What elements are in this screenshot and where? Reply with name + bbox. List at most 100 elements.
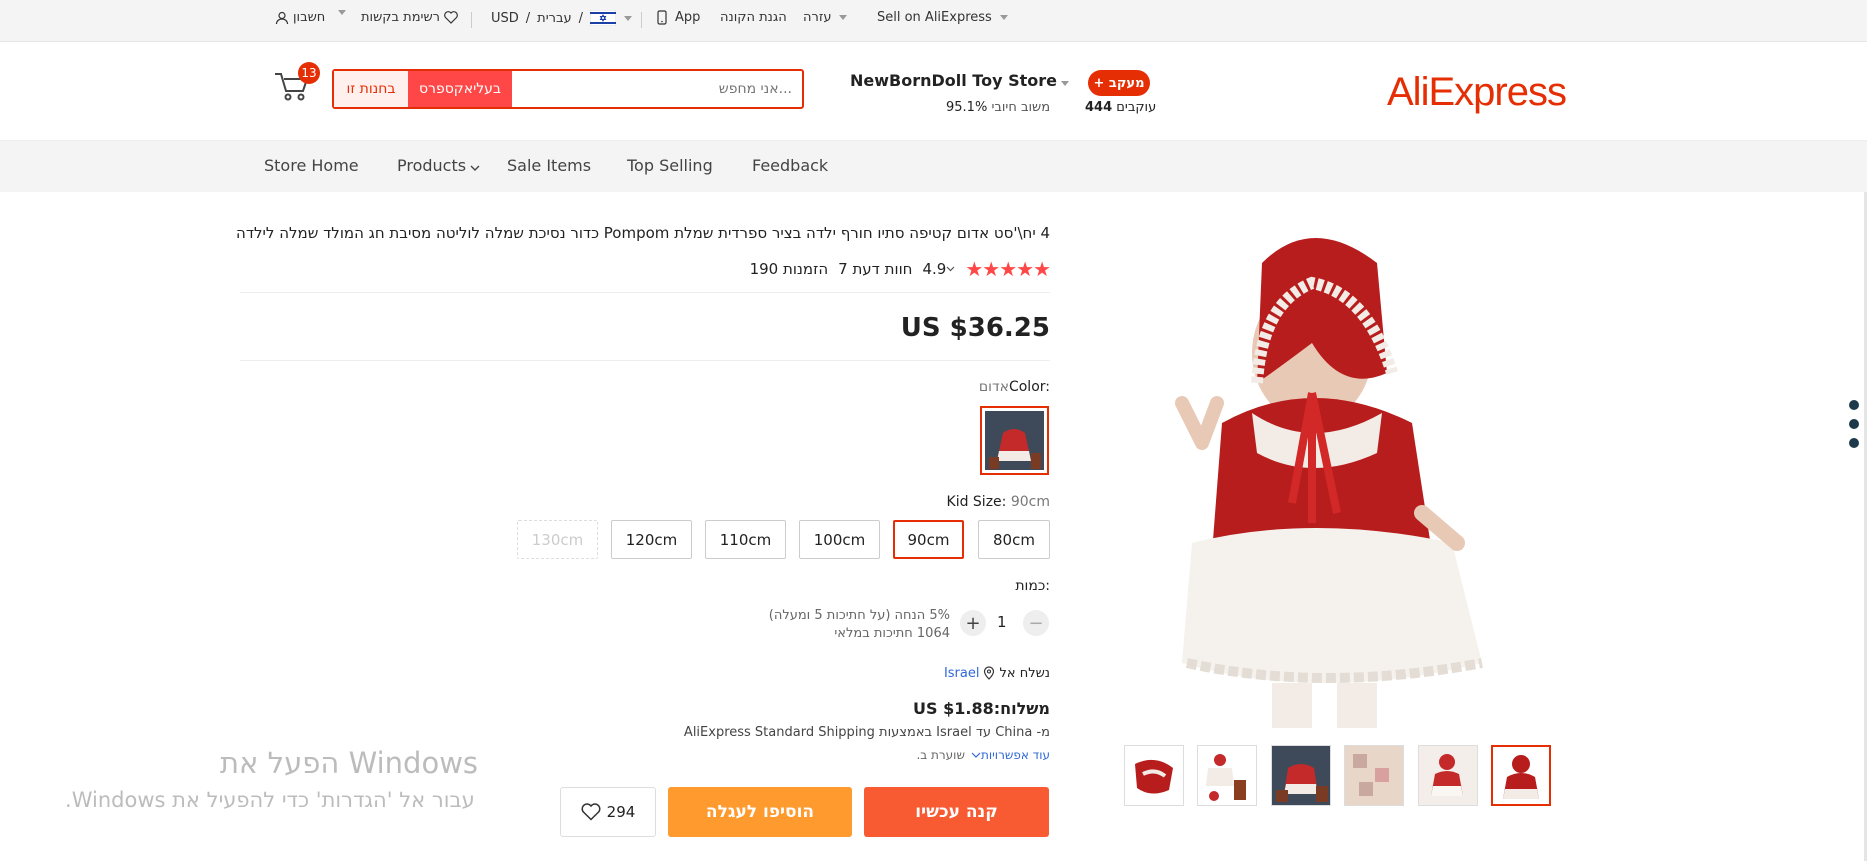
sell-on-aliexpress-link[interactable]: Sell on AliExpress xyxy=(877,10,1008,25)
wish-count: 294 xyxy=(606,803,636,821)
rating-value: 4.9 xyxy=(922,260,947,278)
thumbnail-5[interactable] xyxy=(1197,745,1257,806)
color-property-label: אדוםColor: xyxy=(900,379,1050,395)
feedback-percent: 95.1% xyxy=(946,100,988,115)
chevron-down-icon xyxy=(839,15,848,20)
slash: / xyxy=(525,10,531,26)
thumbnail-3[interactable] xyxy=(1344,745,1404,806)
divider xyxy=(641,12,642,28)
thumbnail-2[interactable] xyxy=(1418,745,1478,806)
more-options-label: עוד אפשרויות xyxy=(980,748,1050,762)
thumbnail-1[interactable] xyxy=(1491,745,1551,806)
ship-to-country[interactable]: Israel xyxy=(944,666,980,681)
store-name: NewBornDoll Toy Store xyxy=(850,71,1057,90)
thumbnail-6[interactable] xyxy=(1124,745,1184,806)
ship-to-row: Israel נשלח אל xyxy=(900,666,1050,681)
size-option-80cm[interactable]: 80cm xyxy=(978,520,1050,559)
user-icon xyxy=(275,11,289,24)
wishlist-button[interactable]: 294 xyxy=(560,787,656,837)
search-input[interactable] xyxy=(512,71,802,107)
chevron-down-icon xyxy=(338,10,346,15)
chevron-down-icon xyxy=(624,15,633,21)
dot xyxy=(1849,419,1859,429)
windows-activation-subtitle: עבור אל 'הגדרות' כדי להפעיל את Windows. xyxy=(65,788,475,812)
reviews-count[interactable]: 7 חוות דעת xyxy=(838,260,912,278)
search-in-store-button[interactable]: בחנות זו xyxy=(334,71,408,107)
buyer-protection-link[interactable]: הגנת הקונה xyxy=(720,10,787,25)
account-label: חשבון xyxy=(293,10,326,25)
tab-products[interactable]: Products xyxy=(397,156,481,175)
aliexpress-logo[interactable]: AliExpress xyxy=(1387,70,1567,115)
dot xyxy=(1849,400,1859,410)
thumbnail-image xyxy=(1272,746,1330,805)
account-link[interactable]: חשבון xyxy=(275,10,325,25)
ship-to-label: נשלח אל xyxy=(999,666,1050,681)
app-label: App xyxy=(675,10,701,25)
language-label: עברית xyxy=(537,10,572,26)
followers-number: 444 xyxy=(1085,100,1113,115)
follow-button[interactable]: + מעקב xyxy=(1088,70,1150,96)
add-to-cart-button[interactable]: הוסיפו לעגלה xyxy=(668,787,852,837)
orders-count: 190 הזמנות xyxy=(749,260,829,278)
thumbnail-image xyxy=(1125,746,1183,805)
divider xyxy=(240,360,1050,361)
size-option-100cm[interactable]: 100cm xyxy=(799,520,880,559)
size-value: 90cm xyxy=(1010,494,1050,510)
account-caret[interactable] xyxy=(334,10,346,15)
chevron-down-icon xyxy=(971,752,981,758)
size-option-120cm[interactable]: 120cm xyxy=(611,520,692,559)
thumbnail-image xyxy=(1198,746,1256,805)
bulk-discount: 5% הנחה (על חתיכות 5 ומעלה) xyxy=(768,608,950,623)
more-options-link[interactable]: עוד אפשרויות xyxy=(971,748,1050,762)
thumbnail-image xyxy=(1493,747,1549,804)
tab-top-selling[interactable]: Top Selling xyxy=(627,156,713,175)
swatch-image xyxy=(985,411,1044,470)
product-main-image[interactable] xyxy=(1162,223,1526,728)
app-link[interactable]: App xyxy=(657,10,700,25)
tab-feedback[interactable]: Feedback xyxy=(752,156,828,175)
stock-available: 1064 חתיכות במלאי xyxy=(834,626,950,641)
rating-row: ★★★★★ 4.9 7 חוות דעת 190 הזמנות xyxy=(600,257,1051,281)
quantity-value[interactable]: 1 xyxy=(997,613,1007,631)
divider xyxy=(471,12,472,28)
chevron-down-icon xyxy=(999,15,1008,20)
product-title: 4 יח\'סט אדום קטיפה סתיו חורף ילדה בציר … xyxy=(236,224,1050,242)
tab-products-label: Products xyxy=(397,156,467,175)
help-label: עזרה xyxy=(803,10,832,25)
store-header: 13 בחנות זו בעליאקספרס NewBornDoll Toy S… xyxy=(0,42,1867,141)
chevron-down-icon xyxy=(946,266,955,272)
heart-icon xyxy=(581,803,601,821)
slash: / xyxy=(578,10,584,26)
thumbnail-image xyxy=(1419,746,1477,805)
thumbnail-4[interactable] xyxy=(1271,745,1331,806)
size-option-130cm: 130cm xyxy=(517,520,598,559)
buy-now-button[interactable]: קנה עכשיו xyxy=(864,787,1049,837)
estimated-delivery: שוערת ב. xyxy=(916,748,965,762)
store-name-menu[interactable]: NewBornDoll Toy Store xyxy=(850,71,1069,90)
chevron-down-icon xyxy=(470,165,480,171)
size-label: Kid Size: xyxy=(946,494,1007,510)
language-currency-selector[interactable]: USD / עברית / xyxy=(491,10,633,26)
side-menu-dots[interactable] xyxy=(1849,400,1859,457)
shipping-method: מ- China עד Israel באמצעות AliExpress St… xyxy=(683,725,1050,740)
heart-icon xyxy=(444,11,458,24)
tab-sale-items[interactable]: Sale Items xyxy=(507,156,591,175)
size-option-110cm[interactable]: 110cm xyxy=(705,520,786,559)
quantity-increase-button[interactable]: + xyxy=(960,610,986,636)
wishlist-link[interactable]: רשימת בקשות xyxy=(361,10,458,25)
quantity-decrease-button[interactable]: − xyxy=(1023,610,1049,636)
cart-count-badge: 13 xyxy=(298,62,320,84)
rating-value-button[interactable]: 4.9 xyxy=(922,260,955,278)
currency-label: USD xyxy=(491,10,519,26)
search-aliexpress-button[interactable]: בעליאקספרס xyxy=(408,71,512,107)
divider xyxy=(240,292,1050,293)
chevron-down-icon xyxy=(1061,81,1069,86)
location-pin-icon xyxy=(984,666,995,680)
tab-store-home[interactable]: Store Home xyxy=(264,156,359,175)
buyer-protection-label: הגנת הקונה xyxy=(720,10,787,25)
color-swatch-red[interactable] xyxy=(980,406,1049,475)
size-property-label: Kid Size: 90cm xyxy=(900,494,1050,510)
size-option-90cm[interactable]: 90cm xyxy=(893,520,964,559)
shipping-options-row: עוד אפשרויות שוערת ב. xyxy=(800,748,1050,762)
help-menu[interactable]: עזרה xyxy=(803,10,848,25)
